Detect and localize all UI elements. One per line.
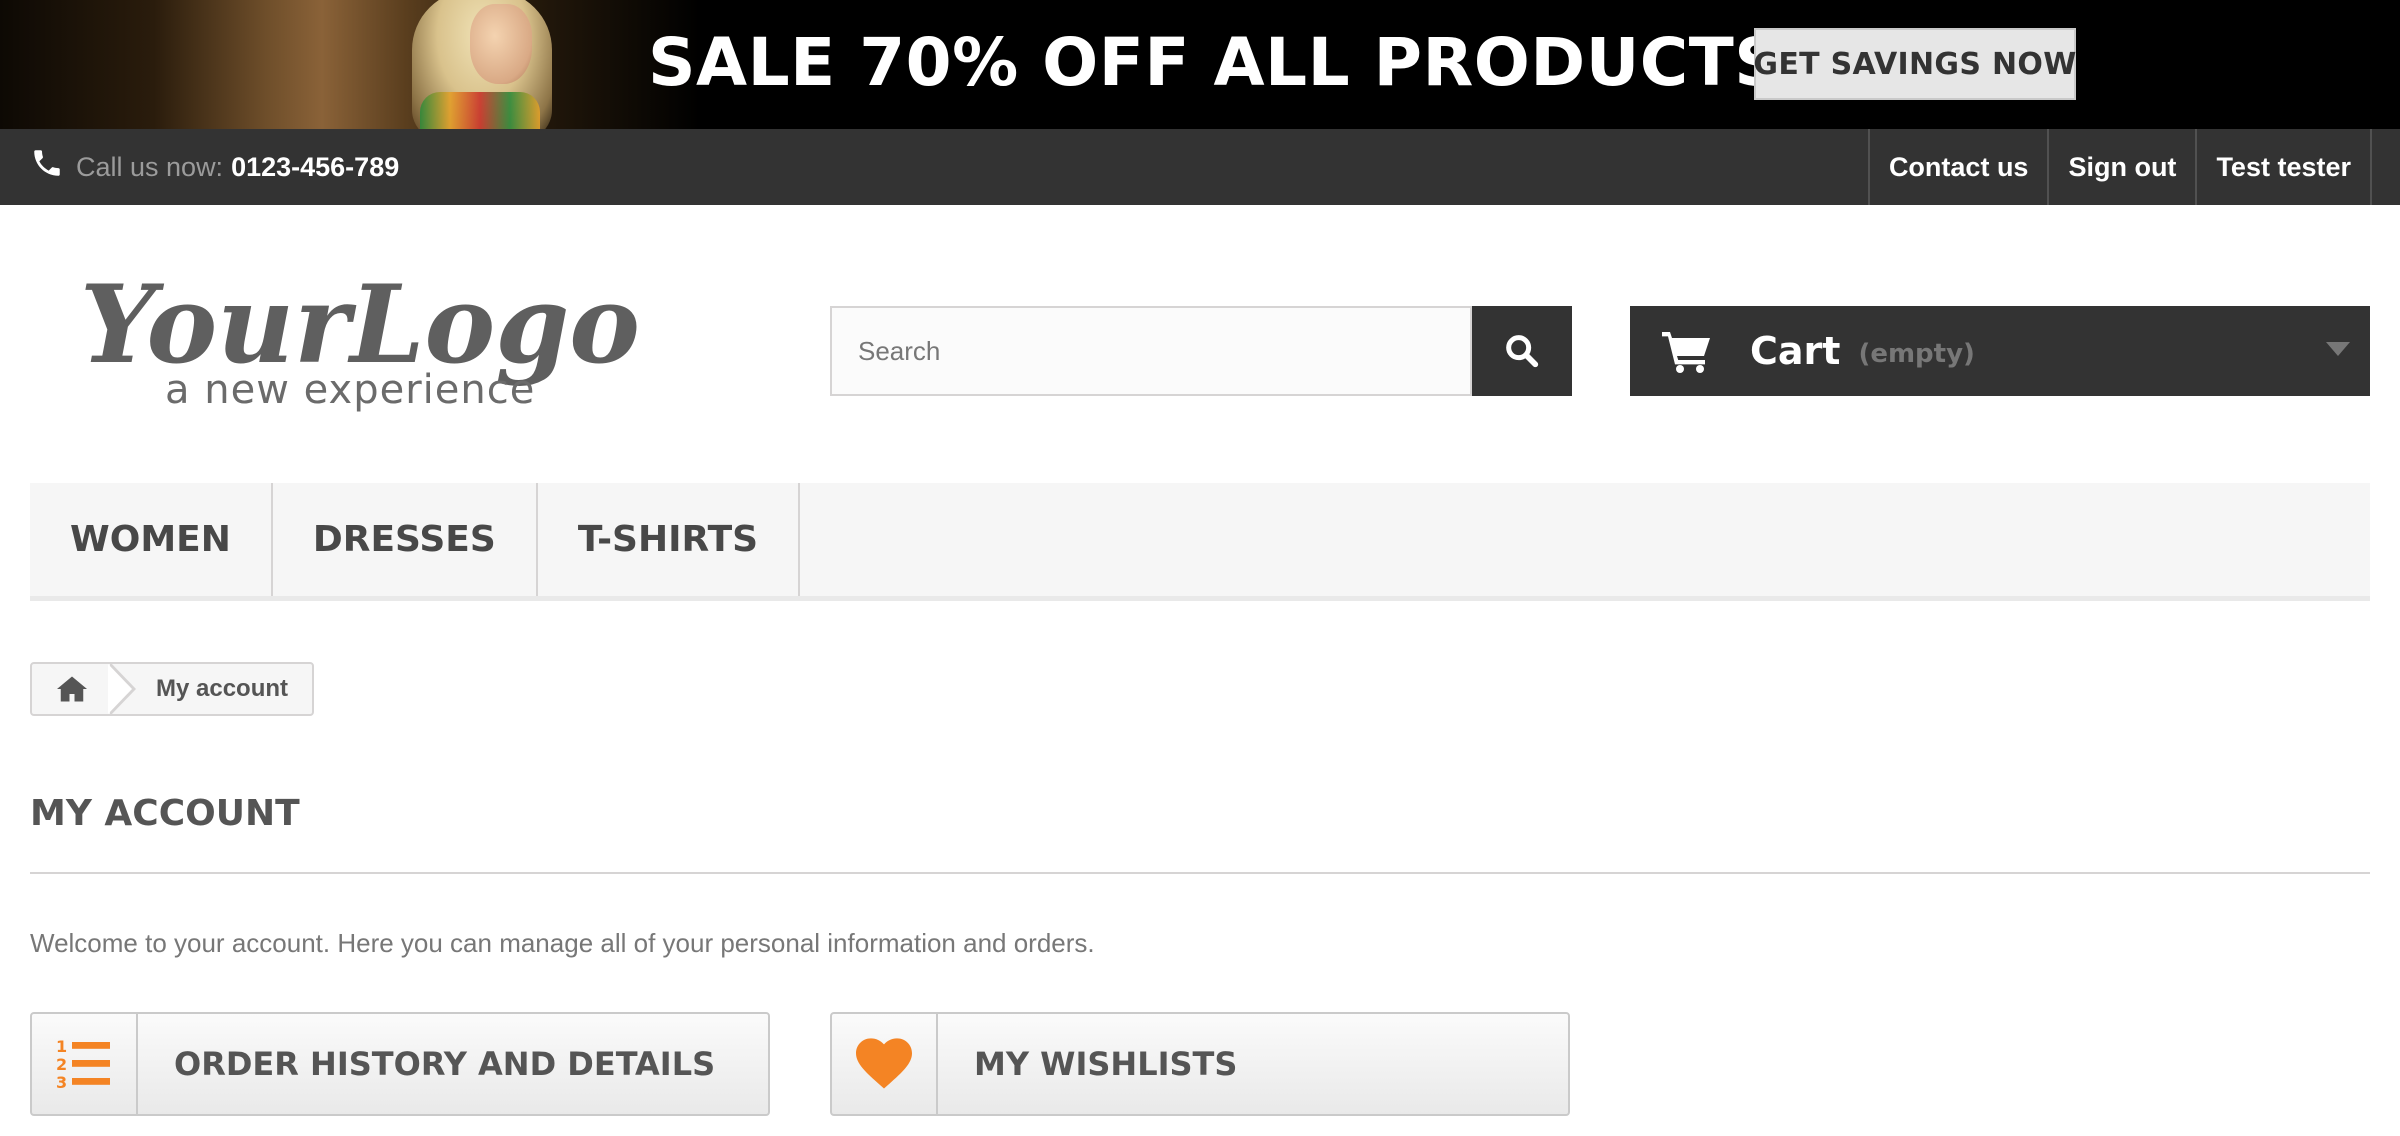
numbered-list-icon: 1 2 3 [56,1037,110,1091]
search-input[interactable] [830,306,1472,396]
phone-icon [34,150,60,176]
my-wishlists-button[interactable]: MY WISHLISTS [830,1012,1570,1116]
cart-status: (empty) [1858,339,1975,369]
banner-model-photo [0,0,700,129]
call-label: Call us now: [76,151,224,182]
heart-icon [856,1038,912,1089]
breadcrumb-current: My account [156,675,289,702]
cart-button[interactable]: Cart (empty) [1630,306,2370,396]
order-history-label: ORDER HISTORY AND DETAILS [174,1045,716,1083]
logo-image: YourLogo a new experience [80,262,640,413]
page-title: MY ACCOUNT [30,793,300,834]
my-wishlists-label: MY WISHLISTS [974,1045,1238,1083]
banner-headline: SALE 70% OFF ALL PRODUCTS [648,24,1783,101]
svg-text:2: 2 [56,1055,67,1074]
account-links: Contact us Sign out Test tester [1867,129,2372,205]
call-us: Call us now: 0123-456-789 [30,129,399,205]
cart-label: Cart [1750,329,1841,373]
chevron-down-icon [2326,342,2350,356]
title-divider [30,872,2370,874]
svg-text:a new experience: a new experience [165,367,535,413]
svg-text:3: 3 [56,1073,67,1091]
home-icon [57,676,87,702]
phone-number: 0123-456-789 [231,151,400,182]
menu-item-dresses[interactable]: DRESSES [273,483,538,596]
svg-text:1: 1 [56,1037,67,1056]
search-bar [830,306,1572,396]
account-name-link[interactable]: Test tester [2195,129,2372,205]
search-icon [1506,335,1539,368]
welcome-text: Welcome to your account. Here you can ma… [30,928,1095,958]
search-button[interactable] [1472,306,1572,396]
menu-item-tshirts[interactable]: T-SHIRTS [538,483,801,596]
sign-out-link[interactable]: Sign out [2047,129,2195,205]
order-history-button[interactable]: 1 2 3 ORDER HISTORY AND DETAILS [30,1012,770,1116]
promo-banner[interactable]: SALE 70% OFF ALL PRODUCTS GET SAVINGS NO… [0,0,2400,129]
contact-us-link[interactable]: Contact us [1867,129,2048,205]
get-savings-button[interactable]: GET SAVINGS NOW [1753,28,2076,100]
category-menu: WOMEN DRESSES T-SHIRTS [30,483,2370,601]
breadcrumb: My account [30,662,315,716]
menu-item-women[interactable]: WOMEN [30,483,273,596]
cart-icon [1662,332,1710,373]
site-logo[interactable]: YourLogo a new experience [80,250,650,420]
breadcrumb-home[interactable] [32,664,112,714]
top-nav-bar: Call us now: 0123-456-789 Contact us Sig… [0,129,2400,205]
